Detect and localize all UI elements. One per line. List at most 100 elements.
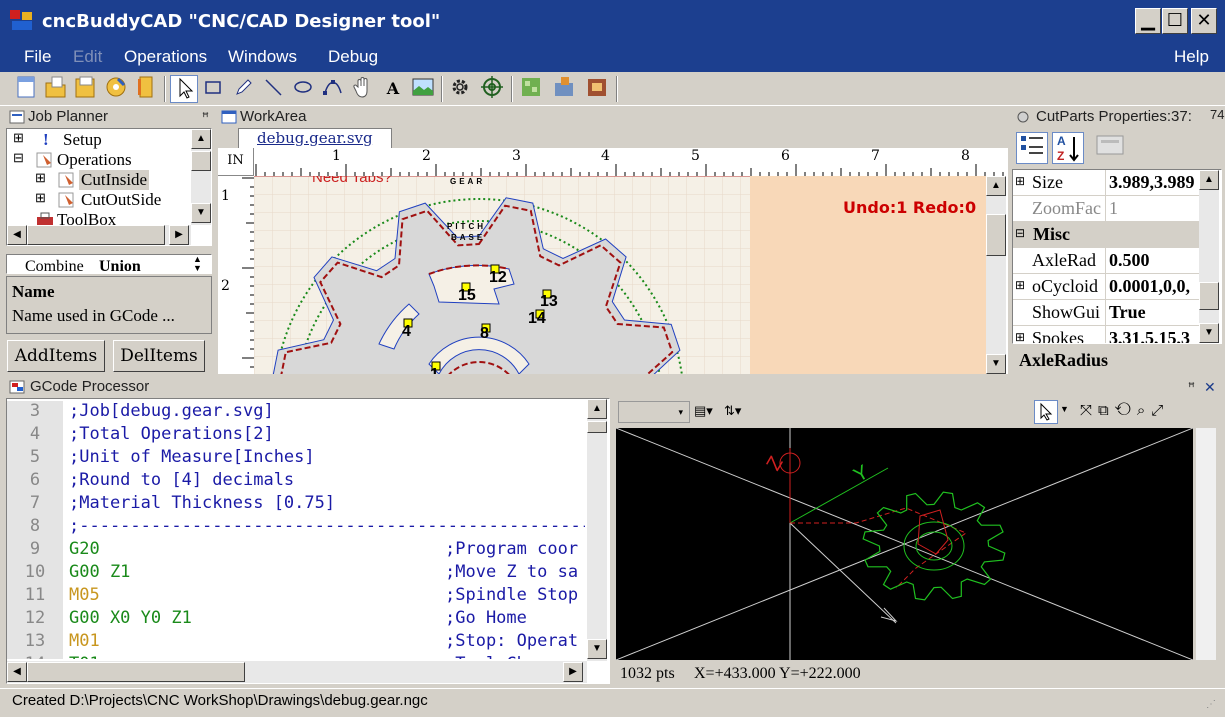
export-icon[interactable] [550, 75, 578, 103]
property-row[interactable]: ⊞ oCycloid 0.0001,0,0, [1013, 274, 1199, 300]
scroll-down-arrow[interactable]: ▼ [986, 354, 1006, 374]
property-row[interactable]: ⊞ Spokes 3,31,5,15,3 [1013, 326, 1199, 343]
gcode-line[interactable]: 12 G00 X0 Y0 Z1 ;Go Home [7, 608, 585, 631]
expand-icon[interactable]: ⊞ [35, 190, 46, 206]
text-icon[interactable]: A [379, 75, 407, 103]
gcode-hscroll[interactable]: ◀ ▶ [7, 661, 587, 683]
expand-icon[interactable]: ⊞ [1015, 330, 1025, 343]
scroll-thumb[interactable] [27, 662, 245, 682]
title-bar[interactable]: cncBuddyCAD "CNC/CAD Designer tool" ▁ ☐ … [0, 0, 1225, 42]
pin-icon[interactable]: ꟸ [202, 107, 209, 127]
units-indicator[interactable]: IN [218, 148, 254, 176]
pointer-icon[interactable] [170, 75, 198, 103]
canvas-vscroll[interactable]: ▲ ▼ [986, 176, 1006, 374]
scroll-thumb[interactable] [27, 225, 165, 245]
tree-vscroll[interactable]: ▲ ▼ [191, 129, 211, 225]
property-pages-icon[interactable] [1094, 132, 1126, 164]
gcode-editor[interactable]: 3 ;Job[debug.gear.svg] 4 ;Total Operations[… [6, 398, 610, 684]
menu-file[interactable]: File [24, 47, 51, 67]
property-row[interactable]: AxleRad 0.500 [1013, 248, 1199, 274]
plant-icon[interactable] [517, 75, 545, 103]
disk-icon[interactable] [102, 75, 130, 103]
gear-icon[interactable] [446, 75, 474, 103]
gcode-line[interactable]: 7 ;Material Thickness [0.75] [7, 493, 585, 516]
expand-icon[interactable]: ⊞ [13, 130, 24, 146]
image-icon[interactable] [409, 75, 437, 103]
categorized-icon[interactable] [1016, 132, 1048, 164]
minimize-button[interactable]: ▁ [1135, 8, 1161, 34]
menu-help[interactable]: Help [1174, 47, 1209, 67]
gcode-line[interactable]: 5 ;Unit of Measure[Inches] [7, 447, 585, 470]
gcode-line[interactable]: 9 G20 ;Program coor [7, 539, 585, 562]
close-icon[interactable]: ✕ [1204, 377, 1216, 397]
property-row[interactable]: ⊟ Misc [1013, 222, 1199, 248]
spin-arrows-icon[interactable]: ▲ ▼ [193, 255, 202, 273]
rectangle-icon[interactable] [199, 75, 227, 103]
property-value[interactable]: 3,31,5,15,3 [1109, 328, 1197, 343]
tab-debug-gear[interactable]: debug.gear.svg [238, 128, 392, 148]
gcode-3d-viewer[interactable]: Z Y [616, 428, 1193, 660]
alphabetical-icon[interactable]: AZ [1052, 132, 1084, 164]
gcode-line[interactable]: 6 ;Round to [4] decimals [7, 470, 585, 493]
gcode-line[interactable]: 14 T01 ;Tool Change [7, 654, 585, 659]
gcode-line[interactable]: 4 ;Total Operations[2] [7, 424, 585, 447]
viewer-vscroll[interactable] [1196, 428, 1216, 660]
property-row[interactable]: ⊞ Size 3.989,3.989 [1013, 170, 1199, 196]
gcode-line[interactable]: 11 M05 ;Spindle Stop [7, 585, 585, 608]
node-edit-icon[interactable] [319, 75, 347, 103]
resize-grip-icon[interactable]: ⋰ [1206, 699, 1216, 710]
gcode-line[interactable]: 13 M01 ;Stop: Operat [7, 631, 585, 654]
save-icon[interactable] [72, 75, 100, 103]
add-items-button[interactable]: AddItems [7, 340, 105, 372]
collapse-icon[interactable]: ⊟ [1015, 226, 1025, 241]
maximize-button[interactable]: ☐ [1162, 8, 1188, 34]
menu-windows[interactable]: Windows [228, 47, 297, 67]
property-value[interactable]: 0.500 [1109, 250, 1197, 271]
target-icon[interactable] [478, 75, 506, 103]
camera-icon[interactable]: ▤▾ [694, 403, 713, 419]
scroll-left-arrow[interactable]: ◀ [7, 225, 27, 245]
property-value[interactable]: 3.989,3.989 [1109, 172, 1197, 193]
scroll-thumb[interactable] [191, 151, 211, 171]
scroll-left-arrow[interactable]: ◀ [7, 662, 27, 682]
pin-icon[interactable]: ꟸ [1188, 377, 1195, 397]
zoom-window-icon[interactable]: ⧉ [1098, 402, 1115, 419]
scroll-thumb[interactable] [587, 421, 607, 433]
select-mode-icon[interactable] [1034, 400, 1058, 424]
scroll-up-arrow[interactable]: ▲ [986, 176, 1006, 196]
scroll-up-arrow[interactable]: ▲ [1199, 170, 1219, 190]
close-button[interactable]: ✕ [1191, 8, 1217, 34]
expand-icon[interactable]: ⊞ [1015, 278, 1025, 293]
ellipse-icon[interactable] [289, 75, 317, 103]
scroll-down-arrow[interactable]: ▼ [1199, 323, 1219, 343]
gcode-line[interactable]: 3 ;Job[debug.gear.svg] [7, 401, 585, 424]
tree-item-toolbox[interactable]: ToolBox [13, 210, 193, 225]
tree-item-cutoutside[interactable]: ⊞ CutOutSide [35, 190, 193, 210]
scroll-thumb[interactable] [986, 214, 1006, 256]
collapse-icon[interactable]: ⊟ [13, 150, 24, 166]
expand-icon[interactable]: ⤢ [1151, 402, 1169, 419]
fit-view-icon[interactable]: ⤧ [1080, 402, 1098, 419]
property-row[interactable]: ZoomFac 1 [1013, 196, 1199, 222]
scroll-up-arrow[interactable]: ▲ [587, 399, 607, 419]
pencil-icon[interactable] [229, 75, 257, 103]
property-vscroll[interactable]: ▲ ▼ [1199, 170, 1219, 343]
scroll-right-arrow[interactable]: ▶ [563, 662, 583, 682]
zoom-icon[interactable]: ⌕ [1137, 402, 1151, 419]
scroll-up-arrow[interactable]: ▲ [191, 129, 211, 149]
property-value[interactable]: 1 [1109, 198, 1197, 219]
gcode-line[interactable]: 10 G00 Z1 ;Move Z to sa [7, 562, 585, 585]
chevron-down-icon[interactable]: ▼ [1060, 404, 1069, 414]
gcode-line[interactable]: 8 ;--------------------------------------… [7, 516, 585, 539]
menu-debug[interactable]: Debug [328, 47, 378, 67]
scroll-down-arrow[interactable]: ▼ [191, 203, 211, 223]
axis-options-icon[interactable]: ⇅▾ [724, 403, 741, 419]
hand-icon[interactable] [349, 75, 377, 103]
rotate-icon[interactable]: ⟲ [1115, 402, 1137, 419]
line-icon[interactable] [259, 75, 287, 103]
scroll-thumb[interactable] [1199, 282, 1219, 310]
property-row[interactable]: ShowGui True [1013, 300, 1199, 326]
new-file-icon[interactable] [12, 75, 40, 103]
tree-item-operations[interactable]: ⊟ Operations [13, 150, 193, 170]
machine-icon[interactable] [583, 75, 611, 103]
